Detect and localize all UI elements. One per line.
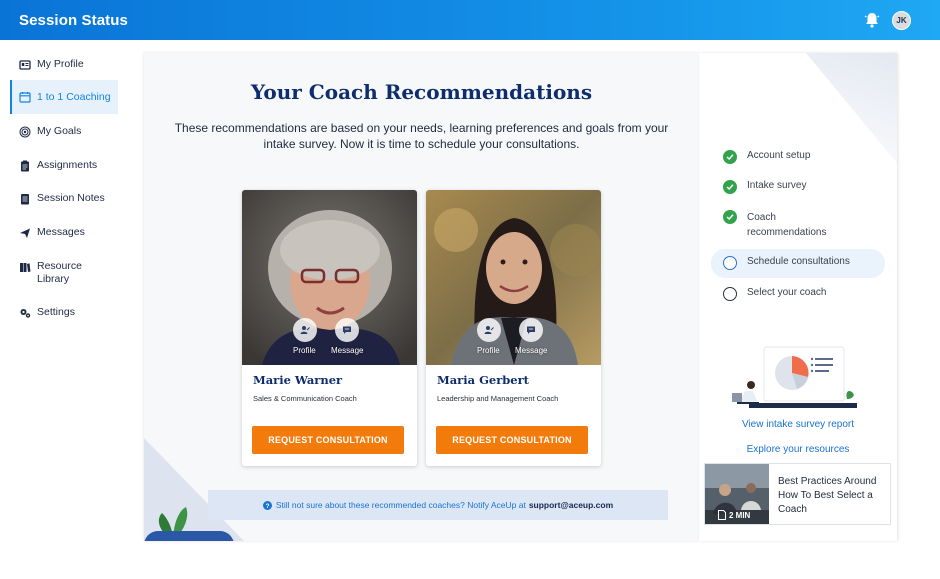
user-avatar[interactable]: JK bbox=[892, 11, 911, 30]
message-button[interactable] bbox=[519, 318, 543, 342]
notes-icon bbox=[21, 194, 29, 205]
coach-photo bbox=[426, 190, 601, 365]
profile-button[interactable] bbox=[293, 318, 317, 342]
clipboard-icon bbox=[21, 160, 29, 172]
notification-bell-icon[interactable] bbox=[863, 11, 881, 29]
recommendations-panel: Your Coach Recommendations These recomme… bbox=[144, 53, 699, 541]
sidebar-item-label: Resource Library bbox=[37, 260, 82, 285]
decorative-wave bbox=[144, 531, 234, 541]
message-label: Message bbox=[515, 346, 548, 355]
sidebar: My Profile 1 to 1 Coaching My Goals Assi… bbox=[0, 40, 140, 579]
message-label: Message bbox=[331, 346, 364, 355]
step-intake-survey: Intake survey bbox=[723, 180, 806, 194]
request-consultation-button[interactable]: REQUEST CONSULTATION bbox=[436, 426, 588, 454]
coach-role: Leadership and Management Coach bbox=[437, 394, 559, 403]
coach-name: Marie Warner bbox=[253, 373, 343, 387]
notify-aceup-notice: ? Still not sure about these recommended… bbox=[208, 490, 668, 520]
support-email-link[interactable]: support@aceup.com bbox=[529, 500, 613, 510]
sidebar-item-label: My Goals bbox=[37, 125, 82, 137]
recommendations-description: These recommendations are based on your … bbox=[174, 121, 669, 151]
user-icon bbox=[300, 326, 310, 334]
id-card-icon bbox=[19, 60, 31, 70]
check-icon bbox=[723, 180, 737, 194]
video-title: Best Practices Around How To Best Select… bbox=[778, 476, 877, 515]
step-account-setup: Account setup bbox=[723, 150, 810, 164]
profile-label: Profile bbox=[293, 346, 316, 355]
gears-icon bbox=[20, 309, 31, 318]
sidebar-item-my-goals[interactable]: My Goals bbox=[10, 125, 118, 138]
empty-circle-icon bbox=[723, 287, 737, 301]
sidebar-item-settings[interactable]: Settings bbox=[10, 306, 118, 319]
chat-icon bbox=[527, 326, 535, 334]
coach-name: Maria Gerbert bbox=[437, 373, 529, 387]
sidebar-item-my-profile[interactable]: My Profile bbox=[10, 58, 118, 71]
step-label: Coach recommendations bbox=[747, 212, 827, 238]
document-icon bbox=[718, 510, 726, 520]
coach-photo bbox=[242, 190, 417, 365]
profile-label: Profile bbox=[477, 346, 500, 355]
view-intake-survey-report-link[interactable]: View intake survey report bbox=[699, 419, 897, 430]
sidebar-item-assignments[interactable]: Assignments bbox=[10, 159, 118, 172]
target-icon bbox=[19, 126, 31, 138]
coach-card: Profile Message Maria Gerbert Leadership… bbox=[426, 190, 601, 466]
step-select-your-coach: Select your coach bbox=[723, 287, 827, 301]
recommendations-heading: Your Coach Recommendations bbox=[250, 80, 593, 104]
page-title: Session Status bbox=[19, 11, 128, 29]
paper-plane-icon bbox=[20, 228, 30, 238]
coach-role: Sales & Communication Coach bbox=[253, 394, 357, 403]
empty-circle-icon bbox=[723, 256, 737, 270]
notice-text: Still not sure about these recommended c… bbox=[275, 500, 526, 510]
step-label: Account setup bbox=[747, 150, 811, 161]
profile-button[interactable] bbox=[477, 318, 501, 342]
sidebar-item-1-to-1-coaching[interactable]: 1 to 1 Coaching bbox=[10, 80, 118, 114]
step-label: Intake survey bbox=[747, 180, 807, 191]
video-duration: 2 MIN bbox=[718, 510, 750, 520]
chat-icon bbox=[343, 326, 351, 334]
explore-resources-link[interactable]: Explore your resources bbox=[699, 444, 897, 455]
sidebar-item-resource-library[interactable]: Resource Library bbox=[10, 260, 118, 286]
survey-report-illustration bbox=[732, 346, 857, 408]
sidebar-item-session-notes[interactable]: Session Notes bbox=[10, 192, 118, 205]
message-button[interactable] bbox=[335, 318, 359, 342]
video-resource-card[interactable]: 2 MIN Best Practices Around How To Best … bbox=[704, 463, 891, 525]
question-circle-icon: ? bbox=[262, 500, 272, 510]
sidebar-item-label: My Profile bbox=[37, 58, 84, 70]
sidebar-item-label: Messages bbox=[37, 226, 85, 238]
step-coach-recommendations: Coach recommendations bbox=[723, 210, 847, 240]
step-schedule-consultations: Schedule consultations bbox=[723, 256, 850, 270]
sidebar-item-label: Assignments bbox=[37, 159, 98, 171]
request-consultation-button[interactable]: REQUEST CONSULTATION bbox=[252, 426, 404, 454]
sidebar-item-label: Session Notes bbox=[37, 192, 105, 204]
svg-text:?: ? bbox=[265, 502, 269, 509]
top-header: Session Status JK bbox=[0, 0, 940, 40]
calendar-icon bbox=[19, 92, 31, 103]
coach-card: Profile Message Marie Warner Sales & Com… bbox=[242, 190, 417, 466]
books-icon bbox=[20, 263, 31, 272]
user-icon bbox=[484, 326, 494, 334]
check-icon bbox=[723, 150, 737, 164]
decorative-corner bbox=[806, 53, 897, 168]
step-label: Schedule consultations bbox=[747, 256, 850, 267]
sidebar-item-label: Settings bbox=[37, 306, 75, 318]
progress-panel: Account setup Intake survey Coach recomm… bbox=[699, 53, 897, 541]
sidebar-item-messages[interactable]: Messages bbox=[10, 226, 118, 239]
check-icon bbox=[723, 210, 737, 224]
video-duration-text: 2 MIN bbox=[729, 510, 751, 520]
sidebar-item-label: 1 to 1 Coaching bbox=[37, 91, 111, 103]
step-label: Select your coach bbox=[747, 287, 827, 298]
